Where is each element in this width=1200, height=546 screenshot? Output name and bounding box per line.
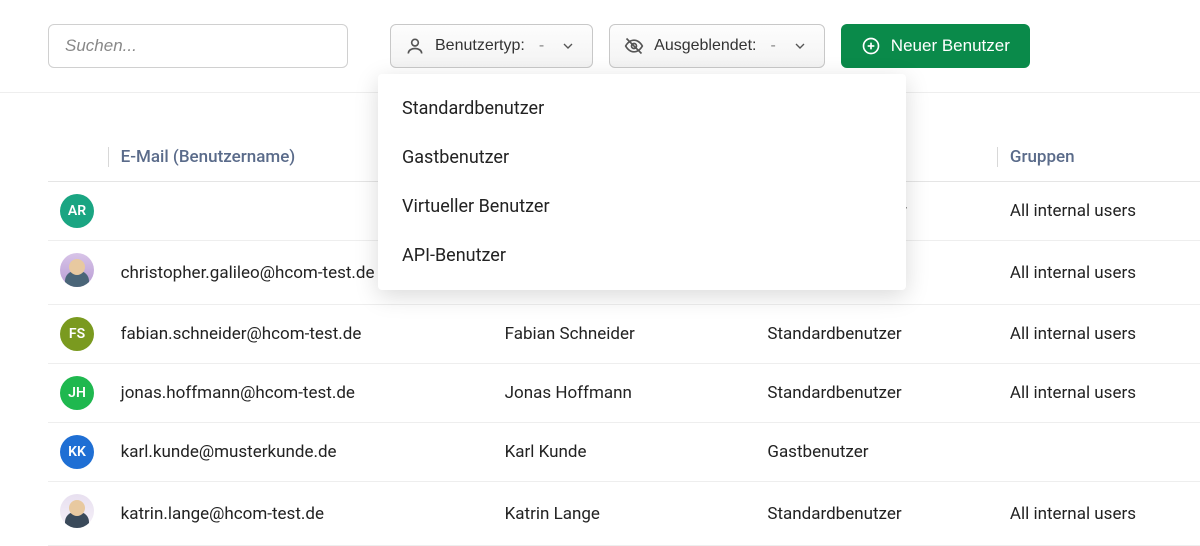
chevron-down-icon — [790, 36, 810, 56]
plus-circle-icon — [861, 36, 881, 56]
table-row[interactable]: FS fabian.schneider@hcom-test.deFabian Sc… — [48, 305, 1200, 364]
usertype-dropdown: Standardbenutzer Gastbenutzer Virtueller… — [378, 74, 906, 290]
chevron-down-icon — [558, 36, 578, 56]
new-user-label: Neuer Benutzer — [891, 36, 1010, 56]
usertype-filter-label: Benutzertyp: — [435, 37, 525, 55]
dropdown-item-standard[interactable]: Standardbenutzer — [378, 84, 906, 133]
usertype-filter[interactable]: Benutzertyp: - — [390, 24, 593, 68]
cell-email: katrin.lange@hcom-test.de — [109, 482, 493, 546]
cell-groups: All internal users — [998, 305, 1200, 364]
table-row[interactable]: JH jonas.hoffmann@hcom-test.deJonas Hoffm… — [48, 364, 1200, 423]
cell-groups: All internal users — [998, 364, 1200, 423]
cell-groups — [998, 423, 1200, 482]
usertype-filter-value: - — [539, 37, 544, 55]
cell-email: fabian.schneider@hcom-test.de — [109, 305, 493, 364]
cell-usertype: Standardbenutzer — [755, 305, 998, 364]
cell-name: Katrin Lange — [493, 482, 756, 546]
cell-avatar: KK — [48, 423, 109, 482]
col-avatar — [48, 133, 109, 182]
eye-off-icon — [624, 36, 644, 56]
avatar — [60, 253, 94, 287]
hidden-filter-label: Ausgeblendet: — [654, 37, 756, 55]
cell-usertype: Gastbenutzer — [755, 423, 998, 482]
cell-avatar: FS — [48, 305, 109, 364]
new-user-button[interactable]: Neuer Benutzer — [841, 24, 1030, 68]
cell-name: Jonas Hoffmann — [493, 364, 756, 423]
hidden-filter[interactable]: Ausgeblendet: - — [609, 24, 825, 68]
avatar: KK — [60, 435, 94, 469]
cell-name: Fabian Schneider — [493, 305, 756, 364]
cell-name: Karl Kunde — [493, 423, 756, 482]
dropdown-item-guest[interactable]: Gastbenutzer — [378, 133, 906, 182]
cell-email: karl.kunde@musterkunde.de — [109, 423, 493, 482]
cell-avatar: AR — [48, 182, 109, 241]
avatar: FS — [60, 317, 94, 351]
dropdown-item-api[interactable]: API-Benutzer — [378, 231, 906, 280]
table-row[interactable]: katrin.lange@hcom-test.deKatrin LangeSta… — [48, 482, 1200, 546]
cell-groups: All internal users — [998, 241, 1200, 305]
dropdown-item-virtual[interactable]: Virtueller Benutzer — [378, 182, 906, 231]
cell-avatar — [48, 241, 109, 305]
cell-usertype: Standardbenutzer — [755, 364, 998, 423]
cell-groups: All internal users — [998, 182, 1200, 241]
avatar: AR — [60, 194, 94, 228]
avatar: JH — [60, 376, 94, 410]
col-groups[interactable]: Gruppen — [998, 133, 1200, 182]
cell-avatar: JH — [48, 364, 109, 423]
cell-groups: All internal users — [998, 482, 1200, 546]
cell-usertype: Standardbenutzer — [755, 482, 998, 546]
cell-avatar — [48, 482, 109, 546]
table-row[interactable]: KK karl.kunde@musterkunde.deKarl KundeGas… — [48, 423, 1200, 482]
search-input[interactable] — [48, 24, 348, 68]
user-icon — [405, 36, 425, 56]
avatar — [60, 494, 94, 528]
cell-email: jonas.hoffmann@hcom-test.de — [109, 364, 493, 423]
hidden-filter-value: - — [770, 37, 775, 55]
